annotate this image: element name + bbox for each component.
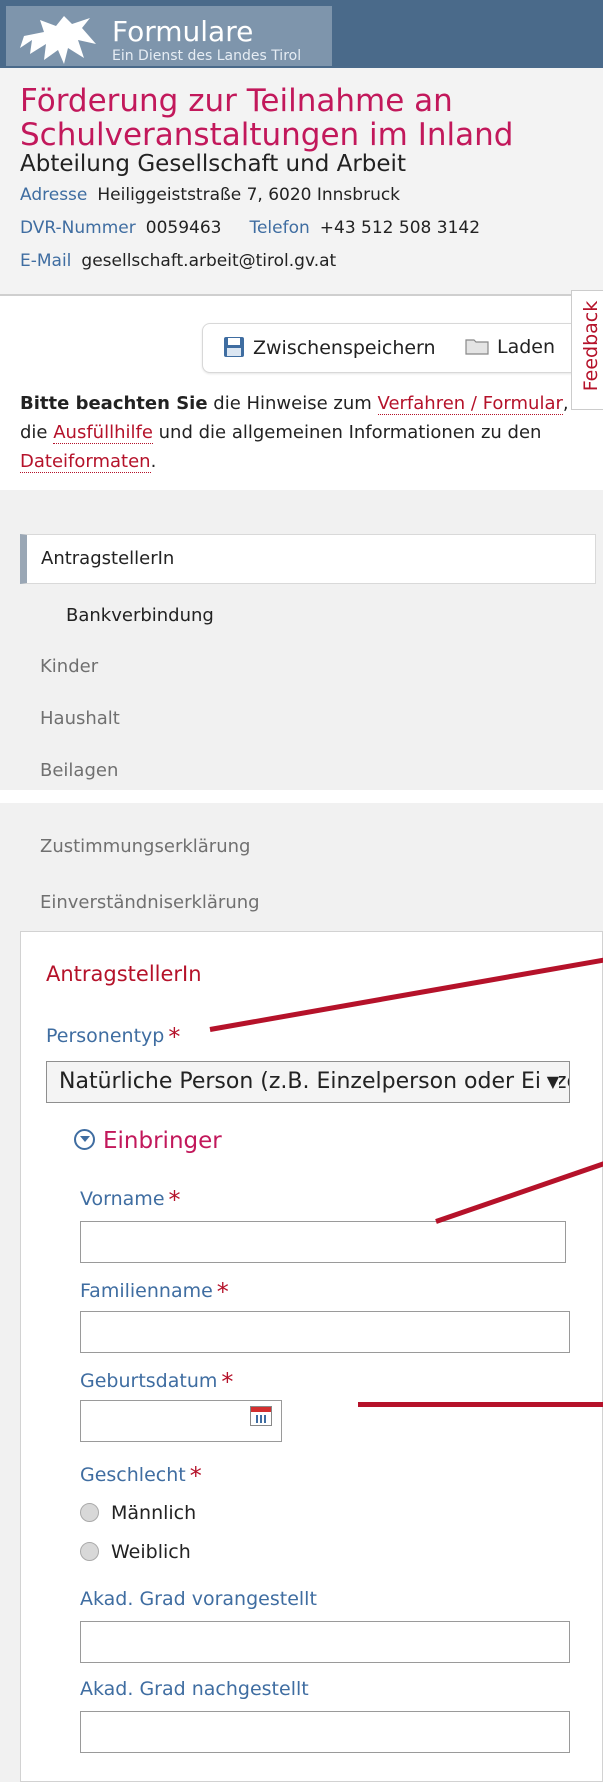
notice-bold: Bitte beachten Sie [20,393,208,414]
radio-button[interactable] [80,1503,99,1522]
nav-item-beilagen[interactable]: Beilagen [40,760,118,781]
address-row: Adresse Heiliggeiststraße 7, 6020 Innsbru… [20,184,400,206]
notice-text-part: die Hinweise zum [207,393,378,414]
collapse-circle-icon [74,1129,95,1150]
phone-label: Telefon [249,218,310,238]
einbringer-toggle[interactable]: Einbringer [74,1128,222,1154]
nav-item-haushalt[interactable]: Haushalt [40,708,120,729]
help-link[interactable]: Ausfüllhilfe [53,422,153,444]
dvr-phone-row: DVR-Nummer 0059463 Telefon +43 512 508 3142 [20,217,480,239]
geschlecht-label: Geschlecht * [80,1462,202,1490]
feedback-label: Feedback [580,300,602,392]
personentyp-selected-value: Natürliche Person (z.B. Einzelperson ode… [59,1069,569,1094]
save-draft-button[interactable]: Zwischenspeichern [223,336,436,359]
einbringer-label: Einbringer [103,1128,222,1154]
akad-vor-input[interactable] [80,1621,570,1663]
floppy-disk-icon [224,337,244,357]
phone-value: +43 512 508 3142 [319,218,481,238]
required-mark: * [168,1023,181,1051]
gender-male-label: Männlich [111,1502,197,1524]
save-load-toolbar: Zwischenspeichern Laden [202,323,584,373]
akad-vor-label: Akad. Grad vorangestellt [80,1588,317,1610]
familienname-label-text: Familienname [80,1280,213,1302]
familienname-input[interactable] [80,1311,570,1353]
dvr-value: 0059463 [145,218,222,238]
akad-nach-label: Akad. Grad nachgestellt [80,1678,309,1700]
required-mark: * [216,1278,229,1306]
radio-button[interactable] [80,1542,99,1561]
load-button[interactable]: Laden [465,336,555,358]
load-label: Laden [497,336,556,358]
gender-female-label: Weiblich [111,1541,191,1563]
geburtsdatum-label-text: Geburtsdatum [80,1370,218,1392]
vorname-label-text: Vorname [80,1188,165,1210]
brand-title: Formulare [112,15,254,48]
department-name: Abteilung Gesellschaft und Arbeit [20,151,406,177]
personentyp-select[interactable]: Natürliche Person (z.B. Einzelperson ode… [46,1061,570,1103]
top-bar: Formulare Ein Dienst des Landes Tirol [0,0,603,68]
address-label: Adresse [20,185,88,205]
tirol-eagle-icon [20,16,96,64]
vorname-label: Vorname * [80,1186,181,1214]
required-mark: * [221,1368,234,1396]
geschlecht-label-text: Geschlecht [80,1464,186,1486]
gender-male-option[interactable]: Männlich [80,1502,196,1524]
akad-nach-input[interactable] [80,1711,570,1753]
dvr-label: DVR-Nummer [20,218,136,238]
calendar-icon[interactable] [250,1406,272,1426]
email-value[interactable]: gesellschaft.arbeit@tirol.gv.at [81,251,336,271]
email-label: E-Mail [20,251,72,271]
annotation-line [358,1402,603,1407]
notice-text-part: . [150,451,157,472]
procedure-link[interactable]: Verfahren / Formular [377,393,563,415]
nav-item-bankverbindung[interactable]: Bankverbindung [66,605,214,626]
personentyp-label: Personentyp * [46,1023,180,1051]
geburtsdatum-label: Geburtsdatum * [80,1368,233,1396]
file-formats-link[interactable]: Dateiformaten [20,451,151,473]
required-mark: * [189,1462,202,1490]
nav-item-kinder[interactable]: Kinder [40,656,98,677]
brand-logo[interactable]: Formulare Ein Dienst des Landes Tirol [6,6,332,66]
notice-text: Bitte beachten Sie die Hinweise zum Verf… [20,389,590,476]
nav-item-zustimmungserklaerung[interactable]: Zustimmungserklärung [40,836,250,857]
vorname-input[interactable] [80,1221,566,1263]
personentyp-label-text: Personentyp [46,1025,165,1047]
section-title: AntragstellerIn [46,962,202,986]
folder-icon [465,339,489,355]
gender-female-option[interactable]: Weiblich [80,1541,191,1563]
nav-item-label: AntragstellerIn [41,548,175,569]
familienname-label: Familienname * [80,1278,229,1306]
dropdown-arrow-icon: ▼ [540,1062,559,1102]
required-mark: * [168,1186,181,1214]
address-value: Heiliggeiststraße 7, 6020 Innsbruck [97,185,401,205]
brand-subtitle: Ein Dienst des Landes Tirol [112,48,302,64]
page-title: Förderung zur Teilnahme an Schulveransta… [20,83,514,153]
email-row: E-Mail gesellschaft.arbeit@tirol.gv.at [20,250,336,272]
save-draft-label: Zwischenspeichern [253,337,436,359]
nav-item-antragstellerin[interactable]: AntragstellerIn [20,534,596,584]
notice-text-part: und die allgemeinen Informationen zu den [152,422,542,443]
nav-item-einverstaendniserklaerung[interactable]: Einverständniserklärung [40,892,260,913]
